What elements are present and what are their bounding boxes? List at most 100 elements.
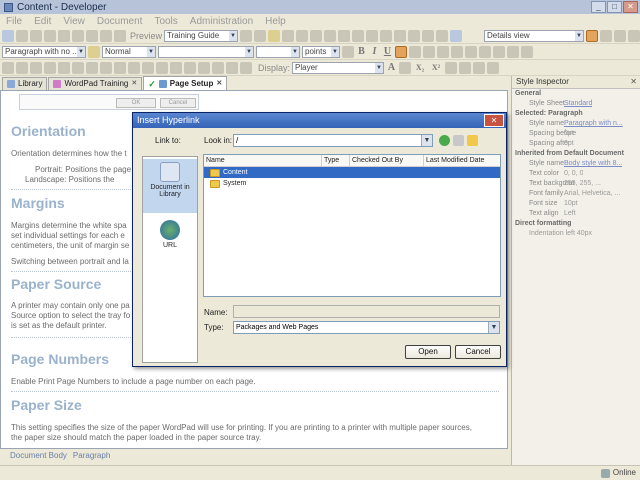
layout-icon[interactable]	[586, 29, 599, 42]
refresh-icon[interactable]	[240, 29, 253, 42]
insert-icon-2[interactable]	[16, 61, 28, 74]
cancel-button[interactable]: Cancel	[455, 345, 501, 359]
insert-icon-1[interactable]	[2, 61, 14, 74]
open-button[interactable]: Open	[405, 345, 451, 359]
section-title[interactable]: Selected: Paragraph	[512, 109, 583, 119]
insert-icon-5[interactable]	[58, 61, 70, 74]
tools-icon[interactable]	[487, 61, 500, 74]
folder-icon[interactable]	[268, 29, 281, 42]
property-link[interactable]: Standard	[560, 99, 592, 109]
property-link[interactable]: Paragraph with n...	[560, 119, 623, 129]
bullets-icon[interactable]	[451, 45, 463, 58]
justify-icon[interactable]	[437, 45, 449, 58]
save-icon[interactable]	[30, 29, 42, 42]
tab-wordpad-training[interactable]: WordPad Training ✕	[48, 77, 143, 90]
stop-icon[interactable]	[254, 29, 267, 42]
find-icon[interactable]	[310, 29, 323, 42]
menu-edit[interactable]: Edit	[34, 16, 51, 27]
column-header-type[interactable]: Type	[322, 155, 350, 166]
tag-icon[interactable]	[408, 29, 421, 42]
arrow-icon[interactable]	[394, 29, 407, 42]
open-icon[interactable]	[16, 29, 28, 42]
maximize-button[interactable]: □	[607, 1, 622, 13]
insert-icon-13[interactable]	[170, 61, 182, 74]
symbol-icon[interactable]	[473, 61, 486, 74]
subscript-button[interactable]: X₂	[413, 63, 427, 72]
type-select[interactable]: Packages and Web Pages ▼	[233, 321, 500, 334]
section-title[interactable]: Direct formatting	[512, 219, 571, 229]
up-folder-icon[interactable]	[453, 135, 464, 146]
cut-icon[interactable]	[58, 29, 70, 42]
pen-icon[interactable]	[445, 61, 458, 74]
new-folder-icon[interactable]	[467, 135, 478, 146]
breadcrumb-document-body[interactable]: Document Body	[10, 449, 67, 463]
column-header-last-modified[interactable]: Last Modified Date	[424, 155, 500, 166]
insert-icon-3[interactable]	[30, 61, 42, 74]
align-right-icon[interactable]	[423, 45, 435, 58]
copy-icon[interactable]	[72, 29, 84, 42]
insert-icon-7[interactable]	[86, 61, 98, 74]
align-left-icon[interactable]	[395, 45, 407, 58]
image-icon[interactable]	[352, 29, 365, 42]
insert-icon-16[interactable]	[212, 61, 224, 74]
column-header-checked-out-by[interactable]: Checked Out By	[350, 155, 424, 166]
dialog-close-button[interactable]: ✕	[484, 114, 504, 127]
grid-icon[interactable]	[422, 29, 435, 42]
spell-check-icon[interactable]	[296, 29, 309, 42]
template-select[interactable]: Training Guide ▼	[164, 29, 239, 42]
units-select[interactable]: points ▼	[302, 45, 340, 58]
paragraph-style-select[interactable]: Paragraph with no ... ▼	[2, 45, 86, 58]
name-input[interactable]	[233, 305, 500, 318]
highlight-icon[interactable]	[507, 45, 519, 58]
bold-button[interactable]: B	[356, 46, 367, 57]
section-title[interactable]: General	[512, 89, 541, 99]
tab-close-icon[interactable]: ✕	[131, 78, 137, 90]
list-icon[interactable]	[436, 29, 449, 42]
look-in-select[interactable]: / ▼	[233, 134, 433, 147]
underline-button[interactable]: U	[382, 46, 393, 57]
new-icon[interactable]	[2, 29, 14, 42]
file-row-content[interactable]: Content	[204, 167, 500, 178]
insert-icon-18[interactable]	[240, 61, 252, 74]
nav-icon[interactable]	[450, 29, 463, 42]
indent-icon[interactable]	[493, 45, 505, 58]
superscript-button[interactable]: X²	[429, 63, 443, 72]
minimize-button[interactable]: _	[591, 1, 606, 13]
back-icon[interactable]	[439, 135, 450, 146]
menu-administration[interactable]: Administration	[190, 16, 253, 27]
insert-icon-12[interactable]	[156, 61, 168, 74]
eraser-icon[interactable]	[459, 61, 472, 74]
properties-icon[interactable]	[282, 29, 295, 42]
table-tool-icon[interactable]	[399, 61, 412, 74]
insert-icon-14[interactable]	[184, 61, 196, 74]
numbering-icon[interactable]	[465, 45, 477, 58]
preview-button[interactable]: Preview	[130, 31, 162, 41]
insert-icon-15[interactable]	[198, 61, 210, 74]
insert-icon-4[interactable]	[44, 61, 56, 74]
menu-tools[interactable]: Tools	[154, 16, 177, 27]
section-title[interactable]: Inherited from Default Document	[512, 149, 624, 159]
window-icon[interactable]	[614, 29, 627, 42]
insert-icon-10[interactable]	[128, 61, 140, 74]
property-link[interactable]: Body style with 8...	[560, 159, 622, 169]
view-select[interactable]: Details view ▼	[484, 29, 585, 42]
file-row-system[interactable]: System	[204, 178, 500, 189]
column-header-name[interactable]: Name	[204, 155, 322, 166]
align-center-icon[interactable]	[409, 45, 421, 58]
replace-icon[interactable]	[324, 29, 337, 42]
breadcrumb-paragraph[interactable]: Paragraph	[73, 449, 110, 463]
font-family-select[interactable]: ▼	[158, 45, 254, 58]
menu-file[interactable]: File	[6, 16, 22, 27]
menu-document[interactable]: Document	[97, 16, 143, 27]
border-icon[interactable]	[521, 45, 533, 58]
sidebar-item-url[interactable]: URL	[143, 217, 197, 257]
tab-page-setup[interactable]: ✓ Page Setup ✕	[143, 76, 228, 90]
font-style-select[interactable]: Normal ▼	[102, 45, 156, 58]
close-icon[interactable]: ✕	[630, 76, 637, 88]
color-icon[interactable]	[342, 45, 354, 58]
print-icon[interactable]	[44, 29, 56, 42]
split-icon[interactable]	[628, 29, 640, 42]
menu-help[interactable]: Help	[265, 16, 286, 27]
display-select[interactable]: Player ▼	[292, 61, 385, 74]
font-color-button[interactable]: A	[386, 62, 397, 73]
